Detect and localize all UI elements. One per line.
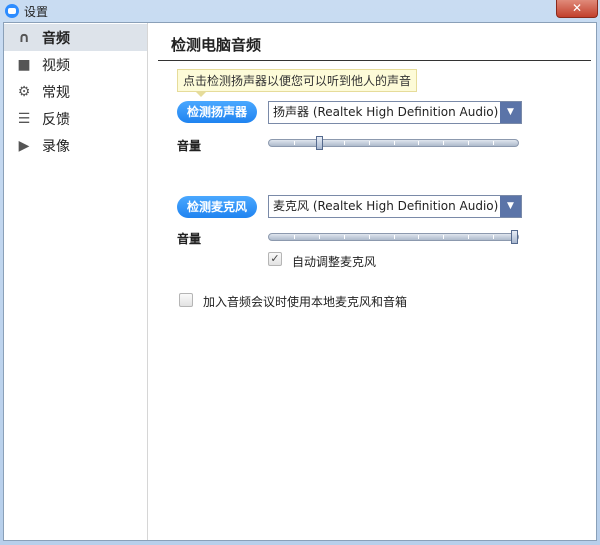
sidebar-item-label: 常规 (42, 84, 70, 101)
headphones-icon: ∩ (18, 29, 30, 46)
mic-volume-slider[interactable] (268, 230, 519, 244)
close-button[interactable]: ✕ (556, 0, 598, 18)
speaker-select[interactable]: 扬声器 (Realtek High Definition Audio) ▼ (268, 101, 522, 124)
page-title: 检测电脑音频 (171, 36, 262, 54)
slider-tick (418, 235, 420, 239)
slider-tick (393, 235, 395, 239)
mic-volume-label: 音量 (177, 232, 202, 246)
chevron-down-icon[interactable]: ▼ (500, 102, 521, 123)
settings-window: ∩ 音频 ■ 视频 ⚙ 常规 ☰ 反馈 ▶ 录像 检测电脑音频 点击检测扬声器以便您可以听… (3, 22, 597, 541)
slider-tick (368, 235, 370, 239)
feedback-icon: ☰ (17, 110, 31, 127)
speaker-volume-slider[interactable] (268, 136, 519, 150)
window-title: 设置 (24, 5, 49, 19)
mic-device: 麦克风 (Realtek High Definition Audio) (273, 199, 499, 213)
audio-panel: 检测电脑音频 点击检测扬声器以便您可以听到他人的声音 检测扬声器 扬声器 (Re… (156, 23, 596, 540)
sidebar: ∩ 音频 ■ 视频 ⚙ 常规 ☰ 反馈 ▶ 录像 (4, 23, 148, 540)
sidebar-item-label: 录像 (42, 138, 70, 155)
mic-select[interactable]: 麦克风 (Realtek High Definition Audio) ▼ (268, 195, 522, 218)
test-speaker-button[interactable]: 检测扬声器 (177, 101, 257, 123)
speaker-device: 扬声器 (Realtek High Definition Audio) (273, 105, 499, 119)
slider-tick (318, 235, 320, 239)
join-audio-label: 加入音频会议时使用本地麦克风和音箱 (203, 295, 408, 309)
slider-tick (418, 141, 420, 145)
slider-tick (343, 141, 345, 145)
gears-icon: ⚙ (17, 83, 31, 100)
slider-tick (468, 235, 470, 239)
slider-tick (368, 141, 370, 145)
auto-adjust-mic-label: 自动调整麦克风 (292, 255, 377, 269)
close-icon: ✕ (571, 1, 583, 15)
slider-tick (293, 141, 295, 145)
sidebar-item-feedback[interactable]: ☰ 反馈 (4, 105, 147, 132)
speaker-volume-label: 音量 (177, 139, 202, 153)
slider-tick (443, 235, 445, 239)
slider-tick (493, 141, 495, 145)
slider-thumb[interactable] (511, 230, 519, 244)
recording-icon: ▶ (18, 137, 30, 154)
sidebar-item-label: 视频 (42, 57, 70, 74)
join-audio-checkbox[interactable] (179, 293, 193, 307)
sidebar-item-label: 音频 (42, 30, 70, 47)
test-mic-button[interactable]: 检测麦克风 (177, 196, 257, 218)
slider-tick (493, 235, 495, 239)
app-icon (5, 4, 19, 18)
sidebar-item-general[interactable]: ⚙ 常规 (4, 78, 147, 105)
slider-tick (468, 141, 470, 145)
slider-tick (343, 235, 345, 239)
title-bar: 设置 ✕ (0, 0, 600, 22)
chevron-down-icon[interactable]: ▼ (500, 196, 521, 217)
slider-tick (443, 141, 445, 145)
divider (158, 60, 591, 61)
sidebar-item-video[interactable]: ■ 视频 (4, 51, 147, 78)
slider-tick (293, 235, 295, 239)
slider-tick (393, 141, 395, 145)
sidebar-item-recording[interactable]: ▶ 录像 (4, 132, 147, 159)
slider-thumb[interactable] (315, 136, 323, 150)
video-camera-icon: ■ (17, 56, 31, 73)
sidebar-item-label: 反馈 (42, 111, 70, 128)
auto-adjust-mic-checkbox[interactable]: ✓ (268, 252, 282, 266)
sidebar-item-audio[interactable]: ∩ 音频 (4, 24, 147, 51)
tooltip: 点击检测扬声器以便您可以听到他人的声音 (177, 69, 418, 97)
